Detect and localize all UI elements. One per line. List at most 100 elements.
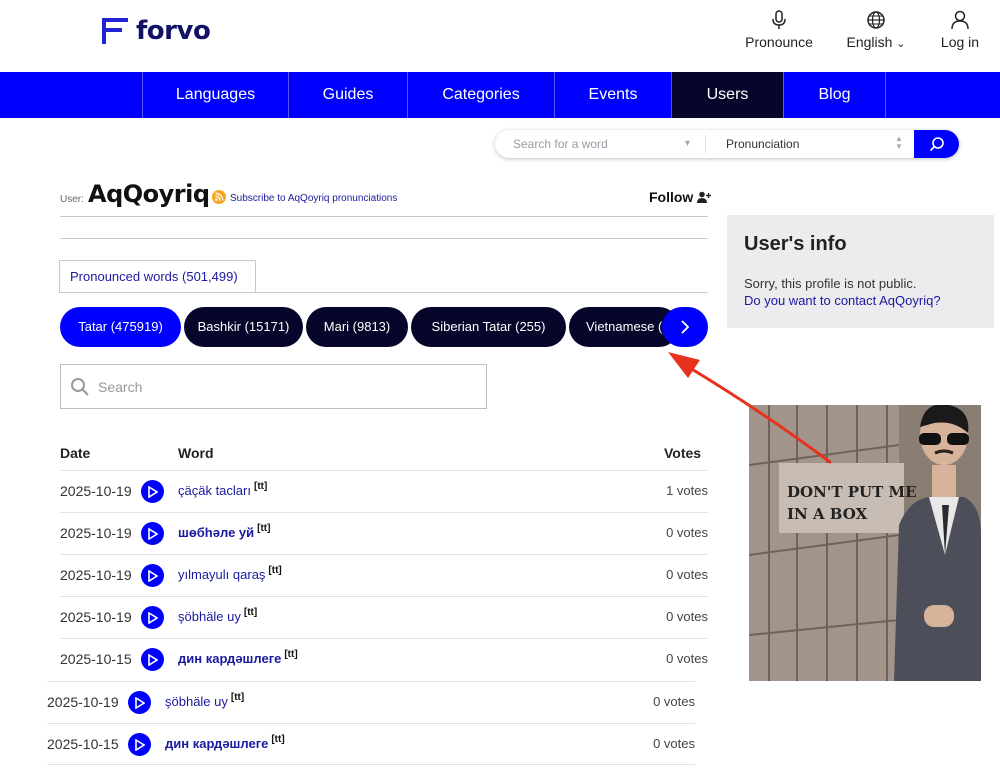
sign-line-1: DON'T PUT ME	[787, 483, 917, 501]
row-date: 2025-10-19	[60, 567, 132, 583]
language-code: [tt]	[257, 523, 271, 534]
column-header-votes: Votes	[664, 445, 702, 461]
language-code: [tt]	[230, 692, 245, 703]
word-link[interactable]: yılmayulı qaraş [tt]	[178, 565, 282, 582]
tab-underline	[60, 292, 708, 293]
language-code: [tt]	[268, 565, 282, 576]
nav-blog[interactable]: Blog	[783, 72, 885, 118]
word-text: дин кардәшлеге	[178, 651, 282, 666]
chevron-down-icon[interactable]: ▼	[683, 138, 692, 148]
row-date: 2025-10-19	[47, 694, 119, 710]
add-user-icon	[697, 191, 712, 203]
play-icon	[134, 696, 145, 709]
login-link[interactable]: Log in	[940, 10, 980, 50]
word-link[interactable]: çäçäk taclаrı [tt]	[178, 481, 268, 498]
search-button[interactable]	[914, 130, 959, 158]
forvo-logo[interactable]: forvo	[100, 16, 211, 46]
word-text: çäçäk taclаrı	[178, 483, 251, 498]
play-icon	[147, 485, 158, 498]
row-date: 2025-10-19	[60, 525, 132, 541]
pronounce-link[interactable]: Pronounce	[745, 10, 813, 50]
row-votes: 0 votes	[666, 609, 708, 624]
forvo-logo-icon	[102, 18, 128, 44]
word-link[interactable]: şöbhäle uy [tt]	[165, 692, 245, 709]
chevron-right-icon	[681, 320, 690, 334]
word-link[interactable]: дин кардәшлеге [tt]	[178, 649, 298, 666]
word-text: дин кардәшлеге	[165, 736, 269, 751]
word-link[interactable]: шөбһәле уй [tt]	[178, 523, 271, 540]
language-pill-mari[interactable]: Mari (9813)	[306, 307, 408, 347]
privacy-notice: Sorry, this profile is not public.	[744, 276, 917, 291]
user-icon	[951, 10, 969, 30]
row-date: 2025-10-19	[60, 609, 132, 625]
contact-user-link[interactable]: Do you want to contact AqQoyriq?	[744, 293, 941, 308]
login-label: Log in	[940, 34, 980, 50]
word-link[interactable]: şöbhäle uy [tt]	[178, 607, 257, 624]
nav-languages[interactable]: Languages	[142, 72, 288, 118]
meme-photo: DON'T PUT ME IN A BOX	[749, 405, 981, 681]
divider	[60, 238, 708, 239]
language-code: [tt]	[271, 734, 285, 745]
nav-categories[interactable]: Categories	[407, 72, 554, 118]
play-button[interactable]	[141, 606, 164, 629]
user-info-title: User's info	[744, 233, 847, 255]
play-icon	[147, 611, 158, 624]
column-header-word: Word	[178, 445, 214, 461]
row-date: 2025-10-19	[60, 483, 132, 499]
search-type-select[interactable]: Pronunciation	[726, 137, 799, 151]
column-header-date: Date	[60, 445, 91, 461]
table-row: 2025-10-19 шөбһәле уй [tt] 0 votes	[60, 512, 708, 554]
nav-users[interactable]: Users	[671, 72, 783, 118]
follow-label: Follow	[649, 189, 694, 205]
divider	[60, 216, 708, 217]
row-votes: 0 votes	[666, 525, 708, 540]
language-code: [tt]	[253, 481, 268, 492]
nav-guides[interactable]: Guides	[288, 72, 407, 118]
table-row: 2025-10-19 şöbhäle uy [tt] 0 votes	[60, 596, 708, 638]
table-row: 2025-10-19 şöbhäle uy [tt] 0 votes	[47, 681, 695, 723]
tab-pronounced-words[interactable]: Pronounced words (501,499)	[59, 260, 256, 293]
language-code: [tt]	[284, 649, 298, 660]
language-pill-bashkir[interactable]: Bashkir (15171)	[184, 307, 303, 347]
sign-line-2: IN A BOX	[787, 505, 868, 523]
play-button[interactable]	[141, 480, 164, 503]
user-label: User:	[60, 194, 84, 205]
row-votes: 0 votes	[653, 694, 695, 709]
word-text: şöbhäle uy	[178, 609, 241, 624]
play-icon	[147, 653, 158, 666]
rss-icon[interactable]	[212, 190, 226, 204]
subscribe-link[interactable]: Subscribe to AqQoyriq pronunciations	[230, 193, 397, 204]
follow-button[interactable]: Follow	[649, 189, 712, 205]
table-row: 2025-10-19 çäçäk taclаrı [tt] 1 votes	[60, 470, 708, 512]
language-pill-siberian-tatar[interactable]: Siberian Tatar (255)	[411, 307, 566, 347]
microphone-icon	[772, 10, 786, 29]
word-search-bar: Search for a word ▼ Pronunciation ▲ ▼	[495, 130, 959, 158]
play-button[interactable]	[128, 733, 151, 756]
top-header: forvo Pronounce English ⌄ Log in	[0, 0, 1000, 72]
language-pill-tatar[interactable]: Tatar (475919)	[60, 307, 181, 347]
play-button[interactable]	[141, 564, 164, 587]
word-search-input[interactable]: Search for a word	[513, 137, 608, 151]
chevron-down-icon: ⌄	[896, 38, 906, 50]
word-text: şöbhäle uy	[165, 694, 228, 709]
row-votes: 1 votes	[666, 483, 708, 498]
row-date: 2025-10-15	[47, 736, 119, 752]
word-text: yılmayulı qaraş	[178, 567, 266, 582]
nav-divider	[885, 72, 886, 118]
word-text: шөбһәле уй	[178, 525, 255, 540]
language-selector[interactable]: English ⌄	[843, 10, 909, 50]
row-date: 2025-10-15	[60, 651, 132, 667]
word-link[interactable]: дин кардәшлеге [tt]	[165, 734, 285, 751]
play-button[interactable]	[141, 648, 164, 671]
nav-events[interactable]: Events	[554, 72, 671, 118]
table-row: 2025-10-19 yılmayulı qaraş [tt] 0 votes	[60, 554, 708, 596]
play-button[interactable]	[141, 522, 164, 545]
search-icon	[71, 378, 89, 396]
play-button[interactable]	[128, 691, 151, 714]
search-input[interactable]	[98, 376, 478, 398]
main-nav: Languages Guides Categories Events Users…	[0, 72, 1000, 118]
language-label: English	[846, 34, 893, 50]
user-info-panel: User's info Sorry, this profile is not p…	[727, 215, 994, 328]
logo-text: forvo	[136, 16, 211, 46]
pills-next-button[interactable]	[662, 307, 708, 347]
